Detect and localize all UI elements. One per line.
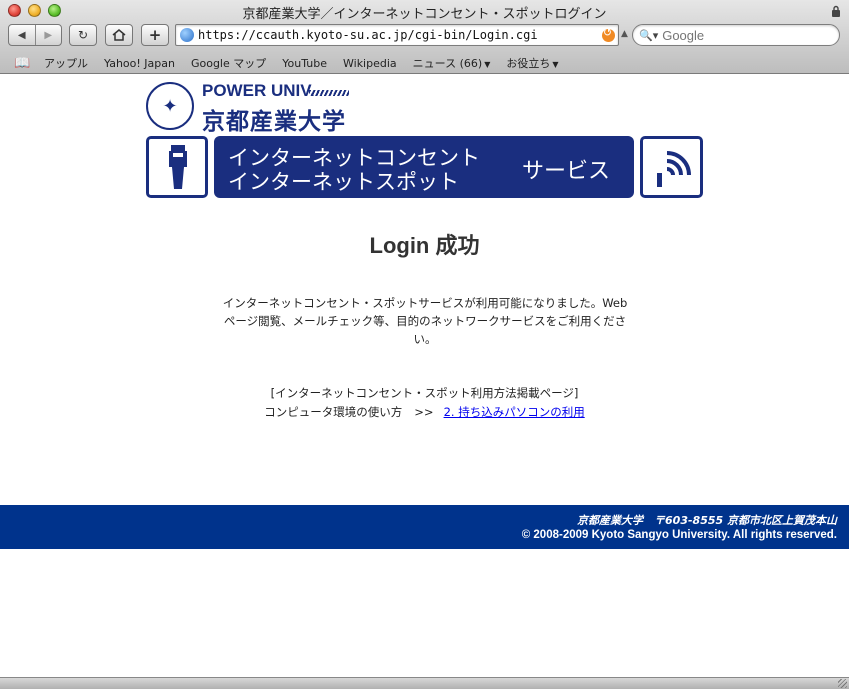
usage-arrow: >>	[414, 405, 434, 419]
web-page: ✦ POWER UNIV. 京都産業大学 インターネットコンセント インターネッ…	[0, 74, 849, 677]
reload-icon: ↻	[77, 28, 89, 42]
university-seal-icon: ✦	[146, 82, 194, 130]
bookmark-item[interactable]: YouTube	[282, 57, 327, 70]
forward-arrow-icon[interactable]: ▶	[34, 25, 62, 45]
usage-link[interactable]: 2. 持ち込みパソコンの利用	[444, 405, 585, 419]
bookmark-folder-news[interactable]: ニュース (66) ▼	[413, 55, 491, 71]
search-icon[interactable]: 🔍▾	[639, 29, 658, 42]
bookmark-folder-useful[interactable]: お役立ち ▼	[506, 55, 558, 71]
bookmark-item[interactable]: Google マップ	[191, 55, 266, 71]
resize-grip-icon[interactable]	[838, 679, 847, 688]
url-text[interactable]: https://ccauth.kyoto-su.ac.jp/cgi-bin/Lo…	[198, 28, 602, 42]
banner-service-label: サービス	[522, 159, 611, 184]
search-field[interactable]: 🔍▾	[632, 24, 840, 46]
back-arrow-icon[interactable]: ◀	[9, 25, 35, 45]
back-forward-buttons: ◀ ▶	[8, 24, 62, 46]
address-bar[interactable]: https://ccauth.kyoto-su.ac.jp/cgi-bin/Lo…	[175, 24, 619, 46]
browser-toolbar: 京都産業大学／インターネットコンセント・スポットログイン ◀ ▶ ↻ + htt…	[0, 0, 849, 74]
plus-icon: +	[148, 26, 162, 44]
status-bar	[0, 677, 849, 689]
usage-row: コンピュータ環境の使い方 >> 2. 持ち込みパソコンの利用	[0, 404, 849, 420]
bookmark-folder-label: お役立ち	[506, 57, 551, 70]
browser-window: 京都産業大学／インターネットコンセント・スポットログイン ◀ ▶ ↻ + htt…	[0, 0, 849, 689]
globe-icon	[180, 28, 194, 42]
chevron-down-icon: ▼	[484, 60, 491, 69]
service-banner: インターネットコンセント インターネットスポット サービス	[214, 136, 634, 198]
bookmarks-book-icon[interactable]: 📖	[14, 56, 36, 71]
bookmarks-bar: 📖 アップル Yahoo! Japan Google マップ YouTube W…	[0, 53, 849, 73]
power-lines-decoration	[309, 90, 349, 96]
chevron-down-icon: ▼	[552, 60, 559, 69]
bookmark-item[interactable]: アップル	[44, 55, 88, 71]
usage-label: コンピュータ環境の使い方	[264, 405, 403, 419]
lock-icon	[832, 5, 840, 17]
home-button[interactable]	[105, 24, 133, 46]
footer-address: 京都産業大学 〒603-8555 京都市北区上賀茂本山	[577, 514, 837, 527]
university-logo[interactable]: ✦ POWER UNIV. 京都産業大学	[146, 80, 376, 135]
bookmark-item[interactable]: Wikipedia	[343, 57, 397, 70]
window-title: 京都産業大学／インターネットコンセント・スポットログイン	[242, 7, 607, 22]
page-title: Login 成功	[369, 233, 480, 258]
bookmark-folder-label: ニュース (66)	[412, 57, 483, 70]
power-univ-label: POWER UNIV.	[202, 81, 315, 100]
page-footer: 京都産業大学 〒603-8555 京都市北区上賀茂本山 © 2008-2009 …	[0, 505, 849, 549]
rss-reload-icon[interactable]	[602, 26, 615, 42]
search-input[interactable]	[662, 27, 833, 43]
dropdown-arrow-icon[interactable]: ▲	[621, 29, 628, 39]
banner-line2: インターネットスポット	[228, 170, 459, 194]
add-bookmark-button[interactable]: +	[141, 24, 169, 46]
home-icon	[112, 29, 126, 41]
university-name: 京都産業大学	[202, 109, 346, 135]
lan-cable-icon	[146, 136, 208, 198]
reload-button[interactable]: ↻	[69, 24, 97, 46]
footer-copyright: © 2008-2009 Kyoto Sangyo University. All…	[521, 529, 837, 541]
success-message: インターネットコンセント・スポットサービスが利用可能になりました。Webページ閲…	[222, 296, 628, 346]
wireless-signal-icon	[640, 136, 703, 198]
usage-heading: [インターネットコンセント・スポット利用方法掲載ページ]	[270, 386, 579, 400]
bookmark-item[interactable]: Yahoo! Japan	[104, 57, 175, 70]
